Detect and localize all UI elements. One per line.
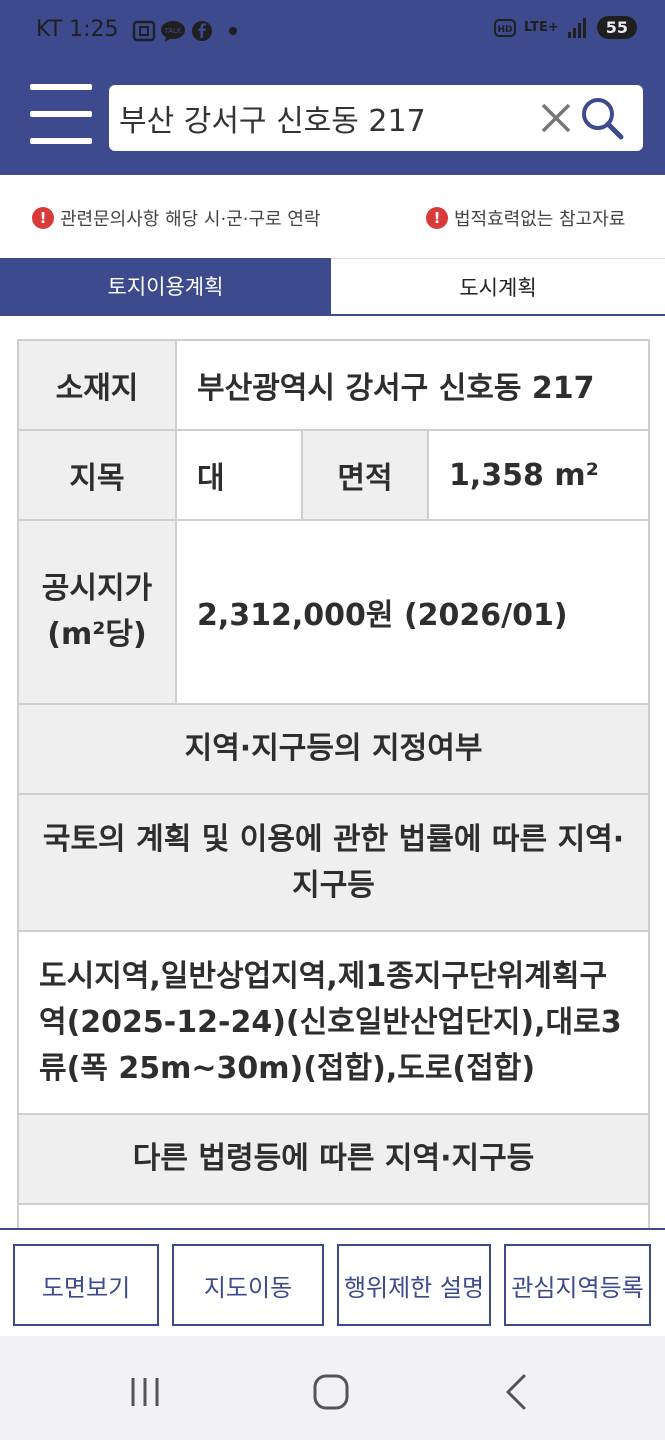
search-icon[interactable]	[579, 95, 625, 141]
law-value: 도시지역,일반상업지역,제1종지구단위계획구역(2025-12-24)(신호일반…	[16, 930, 651, 1115]
content-area[interactable]: 소재지 부산광역시 강서구 신호동 217 지목 대 면적 1,358 m² 공…	[0, 316, 665, 1228]
land-category-label: 지목	[17, 429, 177, 521]
home-icon[interactable]	[311, 1372, 351, 1412]
land-info-table: 소재지 부산광역시 강서구 신호동 217 지목 대 면적 1,358 m² 공…	[16, 339, 651, 1228]
bottom-action-bar: 도면보기 지도이동 행위제한 설명 관심지역등록	[0, 1228, 665, 1336]
other-law-value	[16, 1203, 651, 1228]
facebook-icon	[192, 21, 212, 41]
notice-text: 법적효력없는 참고자료	[454, 209, 626, 230]
status-bar: KT 1:25 TALK HD LTE+ 55	[0, 0, 665, 60]
zone-heading: 지역·지구등의 지정여부	[16, 703, 651, 795]
view-drawing-button[interactable]: 도면보기	[13, 1244, 159, 1326]
back-icon[interactable]	[498, 1372, 538, 1412]
svg-text:TALK: TALK	[163, 27, 181, 35]
price-value: 2,312,000원 (2026/01)	[174, 519, 651, 705]
location-label: 소재지	[17, 339, 177, 431]
dot-icon	[229, 27, 237, 35]
other-law-heading: 다른 법령등에 따른 지역·지구등	[16, 1113, 651, 1205]
area-label: 면적	[301, 429, 429, 521]
recent-apps-icon[interactable]	[125, 1372, 165, 1412]
notice-reference: ! 법적효력없는 참고자료	[426, 205, 625, 231]
action-restriction-button[interactable]: 행위제한 설명	[337, 1244, 491, 1326]
alert-icon: !	[426, 207, 448, 229]
notice-contact: ! 관련문의사항 해당 시·군·구로 연락	[32, 205, 320, 231]
alert-icon: !	[32, 207, 54, 229]
clear-icon[interactable]	[537, 99, 575, 137]
status-time: KT 1:25	[36, 17, 119, 42]
search-box	[109, 85, 643, 151]
notice-bar: ! 관련문의사항 해당 시·군·구로 연락 ! 법적효력없는 참고자료	[0, 175, 665, 259]
screenshot-icon	[132, 20, 156, 42]
area-value: 1,358 m²	[426, 429, 651, 521]
search-input[interactable]	[119, 85, 529, 151]
app-header	[0, 60, 665, 175]
talk-icon: TALK	[161, 21, 185, 42]
move-map-button[interactable]: 지도이동	[172, 1244, 324, 1326]
law-heading: 국토의 계획 및 이용에 관한 법률에 따른 지역·지구등	[16, 793, 651, 932]
location-value: 부산광역시 강서구 신호동 217	[174, 339, 651, 431]
price-label: 공시지가(m²당)	[17, 519, 177, 705]
signal-icon	[567, 17, 586, 38]
land-category-value: 대	[175, 429, 303, 521]
network-label: LTE+	[523, 20, 559, 35]
notice-text: 관련문의사항 해당 시·군·구로 연락	[60, 209, 321, 230]
menu-icon[interactable]	[30, 84, 94, 148]
tab-bar: 토지이용계획 도시계획	[0, 258, 665, 316]
tab-land-use-plan[interactable]: 토지이용계획	[0, 258, 331, 314]
svg-text:HD: HD	[497, 25, 512, 35]
hd-voice-icon: HD	[493, 18, 516, 37]
system-nav-bar	[0, 1336, 665, 1440]
register-interest-button[interactable]: 관심지역등록	[504, 1244, 651, 1326]
battery-indicator: 55	[596, 16, 637, 39]
tab-urban-plan[interactable]: 도시계획	[331, 258, 665, 314]
